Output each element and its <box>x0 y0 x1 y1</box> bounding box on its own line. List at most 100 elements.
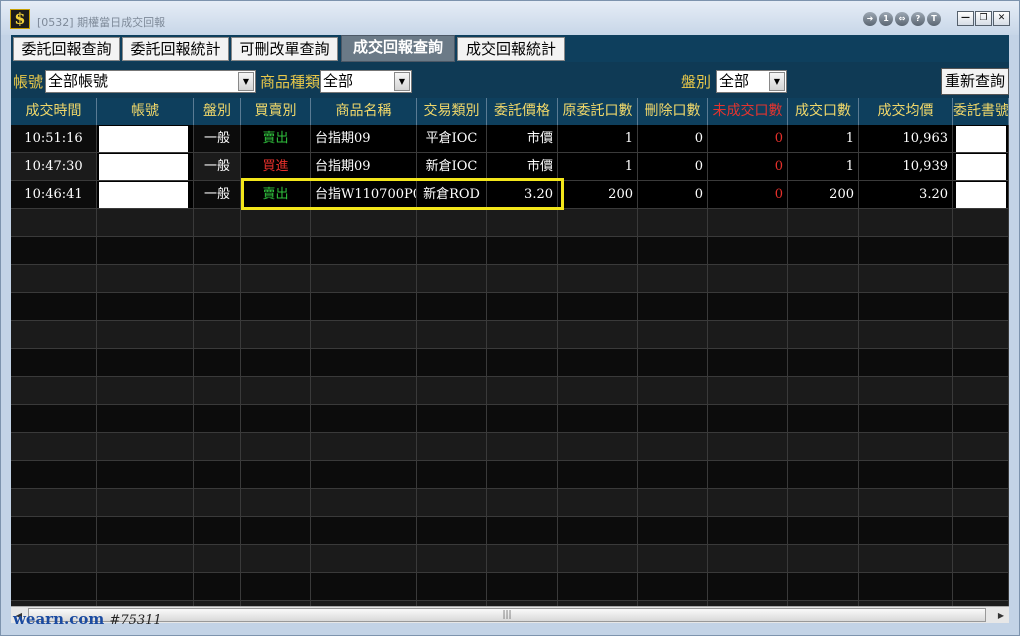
column-header-cancel-qty[interactable]: 刪除口數 <box>638 98 708 125</box>
cell-avg-price: 3.20 <box>859 181 953 209</box>
cell-session <box>194 349 241 377</box>
window-title: [0532] 期權當日成交回報 <box>37 16 166 29</box>
chevron-down-icon[interactable]: ▼ <box>394 72 410 91</box>
empty-table-row[interactable] <box>11 573 1009 601</box>
product-type-select-value: 全部 <box>323 72 354 90</box>
cell-order-price <box>487 489 558 517</box>
cell-trade-type <box>417 433 487 461</box>
cell-orig-qty <box>558 209 638 237</box>
column-header-orig-qty[interactable]: 原委託口數 <box>558 98 638 125</box>
forward-icon[interactable]: ➜ <box>863 12 877 26</box>
column-header-account[interactable]: 帳號 <box>97 98 194 125</box>
tab-modifiable-orders[interactable]: 可刪改單查詢 <box>231 37 338 61</box>
cell-orig-qty: 200 <box>558 181 638 209</box>
empty-table-row[interactable] <box>11 321 1009 349</box>
cell-account <box>97 265 194 293</box>
cell-order-no <box>953 461 1009 489</box>
help-icon[interactable]: ? <box>911 12 925 26</box>
empty-table-row[interactable] <box>11 489 1009 517</box>
cell-avg-price: 10,939 <box>859 153 953 181</box>
cell-account <box>97 209 194 237</box>
cell-avg-price <box>859 237 953 265</box>
empty-table-row[interactable] <box>11 349 1009 377</box>
cell-product: 台指期09 <box>311 153 417 181</box>
link-icon[interactable]: ⇔ <box>895 12 909 26</box>
cell-session <box>194 433 241 461</box>
product-type-select[interactable]: 全部 ▼ <box>320 70 412 93</box>
minimize-button[interactable]: — <box>957 11 974 26</box>
cell-trade-type: 平倉IOC <box>417 125 487 153</box>
cell-orig-qty <box>558 349 638 377</box>
cell-product <box>311 517 417 545</box>
cell-fill-time <box>11 237 97 265</box>
column-header-avg-price[interactable]: 成交均價 <box>859 98 953 125</box>
cell-fill-time <box>11 489 97 517</box>
table-row[interactable]: 10:51:16 一般 賣出 台指期09 平倉IOC 市價 1 0 0 1 10,963 <box>11 125 1009 153</box>
column-header-order-price[interactable]: 委託價格 <box>487 98 558 125</box>
cell-orig-qty <box>558 545 638 573</box>
empty-table-row[interactable] <box>11 433 1009 461</box>
cell-unfilled-qty <box>708 209 788 237</box>
scrollbar-thumb[interactable]: ||| <box>28 608 986 622</box>
account-select-value: 全部帳號 <box>48 72 109 90</box>
scroll-right-icon[interactable]: ▶ <box>993 608 1009 623</box>
chevron-down-icon[interactable]: ▼ <box>769 72 785 91</box>
account-select[interactable]: 全部帳號 ▼ <box>45 70 256 93</box>
empty-table-row[interactable] <box>11 237 1009 265</box>
cell-fill-time <box>11 461 97 489</box>
column-header-fill-time[interactable]: 成交時間 <box>11 98 97 125</box>
cell-filled-qty <box>788 517 859 545</box>
info-icon[interactable]: 1 <box>879 12 893 26</box>
cell-order-no <box>953 517 1009 545</box>
text-icon[interactable]: T <box>927 12 941 26</box>
cell-avg-price <box>859 461 953 489</box>
empty-table-row[interactable] <box>11 461 1009 489</box>
redacted-box <box>99 154 188 180</box>
empty-table-row[interactable] <box>11 265 1009 293</box>
requery-button[interactable]: 重新查詢 <box>941 68 1009 95</box>
cell-product <box>311 461 417 489</box>
cell-filled-qty: 200 <box>788 181 859 209</box>
chevron-down-icon[interactable]: ▼ <box>238 72 254 91</box>
table-row[interactable]: 10:47:30 一般 買進 台指期09 新倉IOC 市價 1 0 0 1 10,939 <box>11 153 1009 181</box>
tab-fill-report-stats[interactable]: 成交回報統計 <box>457 37 565 61</box>
cell-fill-time <box>11 433 97 461</box>
empty-table-row[interactable] <box>11 377 1009 405</box>
column-header-order-no[interactable]: 委託書號 <box>953 98 1009 125</box>
empty-table-row[interactable] <box>11 545 1009 573</box>
account-label: 帳號 <box>13 73 44 91</box>
restore-button[interactable]: ❐ <box>975 11 992 26</box>
column-header-product[interactable]: 商品名稱 <box>311 98 417 125</box>
cell-side <box>241 433 311 461</box>
column-header-side[interactable]: 買賣別 <box>241 98 311 125</box>
cell-cancel-qty <box>638 349 708 377</box>
cell-filled-qty <box>788 237 859 265</box>
tab-order-report-query[interactable]: 委託回報查詢 <box>13 37 120 61</box>
tab-fill-report-query[interactable]: 成交回報查詢 <box>341 35 455 62</box>
cell-trade-type <box>417 517 487 545</box>
cell-trade-type <box>417 265 487 293</box>
cell-filled-qty <box>788 293 859 321</box>
title-bar: $ [0532] 期權當日成交回報 ➜ 1 ⇔ ? T — ❐ ✕ <box>1 1 1019 35</box>
cell-order-no <box>953 573 1009 601</box>
close-button[interactable]: ✕ <box>993 11 1010 26</box>
column-header-unfilled-qty[interactable]: 未成交口數 <box>708 98 788 125</box>
cell-session <box>194 461 241 489</box>
cell-session <box>194 293 241 321</box>
window-controls: — ❐ ✕ <box>957 11 1010 26</box>
cell-product <box>311 377 417 405</box>
cell-order-no <box>953 265 1009 293</box>
empty-table-row[interactable] <box>11 405 1009 433</box>
column-header-session[interactable]: 盤別 <box>194 98 241 125</box>
empty-table-row[interactable] <box>11 209 1009 237</box>
cell-trade-type <box>417 461 487 489</box>
empty-table-row[interactable] <box>11 293 1009 321</box>
cell-fill-time <box>11 573 97 601</box>
session-select[interactable]: 全部 ▼ <box>716 70 787 93</box>
cell-session: 一般 <box>194 153 241 181</box>
column-header-filled-qty[interactable]: 成交口數 <box>788 98 859 125</box>
column-header-trade-type[interactable]: 交易類別 <box>417 98 487 125</box>
tab-order-report-stats[interactable]: 委託回報統計 <box>122 37 229 61</box>
cell-unfilled-qty: 0 <box>708 181 788 209</box>
empty-table-row[interactable] <box>11 517 1009 545</box>
